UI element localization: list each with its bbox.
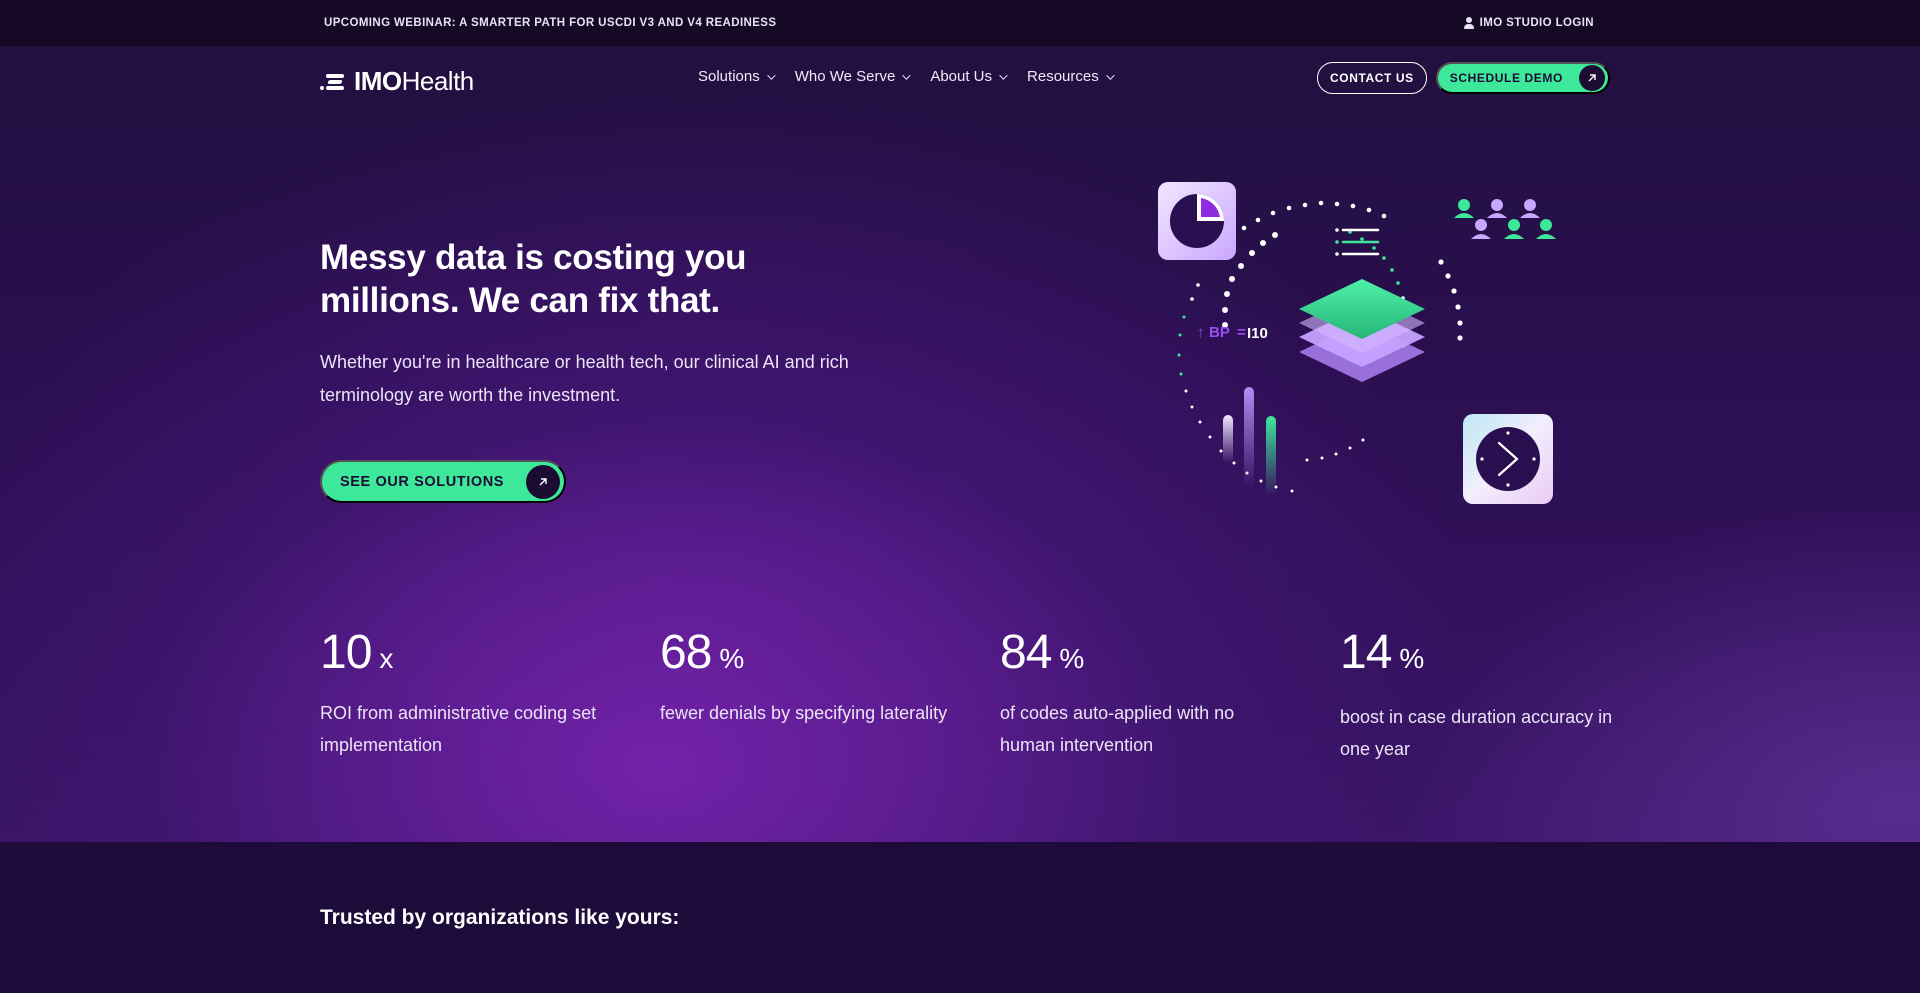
svg-text:↑: ↑ [1197, 324, 1205, 341]
svg-text:I10: I10 [1247, 325, 1268, 342]
trusted-section [0, 842, 1920, 993]
arrow-up-right-icon [526, 464, 561, 499]
stat-label: boost in case duration accuracy in one y… [1340, 707, 1613, 759]
pie-chart-card-icon [1158, 182, 1236, 260]
people-group-icon [1454, 199, 1556, 239]
nav-menu: Solutions Who We Serve About Us Resource… [698, 68, 1115, 85]
stat-value: 68 [660, 626, 712, 679]
stat-value: 14 [1340, 626, 1392, 679]
see-our-solutions-button[interactable]: SEE OUR SOLUTIONS [320, 460, 567, 503]
imo-studio-login-link[interactable]: IMO STUDIO LOGIN [1463, 17, 1600, 29]
svg-text:=: = [1237, 324, 1246, 341]
svg-text:BP: BP [1209, 324, 1230, 341]
login-label: IMO STUDIO LOGIN [1479, 17, 1594, 29]
stat-auto-applied: 84% of codes auto-applied with no human … [1000, 627, 1290, 761]
logo-mark-icon [320, 71, 348, 93]
trusted-heading: Trusted by organizations like yours: [320, 906, 680, 929]
stat-value: 10 [320, 626, 372, 679]
nav-item-about-us[interactable]: About Us [930, 68, 1008, 85]
chevron-down-icon [766, 70, 776, 80]
imo-health-logo[interactable]: IMOHealth [320, 66, 474, 97]
stat-case-duration: 14% boost in case duration accuracy in o… [1340, 627, 1630, 765]
chevron-down-icon [1105, 70, 1115, 80]
schedule-demo-button[interactable]: SCHEDULE DEMO [1435, 62, 1610, 94]
user-icon [1463, 17, 1474, 29]
chevron-down-icon [902, 70, 911, 80]
list-icon [1335, 228, 1380, 256]
stat-label: of codes auto-applied with no human inte… [1000, 703, 1235, 755]
stat-unit: % [719, 643, 744, 674]
bp-code-label: ↑ BP = I10 [1197, 324, 1268, 342]
stat-roi: 10 x ROI from administrative coding set i… [320, 627, 610, 761]
stat-unit: % [1059, 643, 1084, 674]
logo-text: IMOHealth [354, 66, 474, 96]
hero-headline: Messy data is costing you millions. We c… [320, 238, 747, 320]
main-navigation: IMOHealth Solutions Who We Serve About U… [0, 46, 1920, 108]
nav-item-solutions[interactable]: Solutions [698, 68, 776, 85]
hero-section [0, 46, 1920, 842]
chevron-down-icon [999, 70, 1008, 80]
hero-illustration: ↑ BP = I10 [1158, 182, 1556, 504]
announcement-bar: UPCOMING WEBINAR: A SMARTER PATH FOR USC… [0, 0, 1920, 46]
stat-unit: x [379, 643, 393, 674]
contact-us-button[interactable]: CONTACT US [1317, 62, 1427, 94]
nav-item-resources[interactable]: Resources [1027, 68, 1115, 85]
stat-label: ROI from administrative coding set imple… [320, 703, 597, 755]
clock-card-icon [1463, 414, 1553, 504]
header-actions: CONTACT US SCHEDULE DEMO [1317, 62, 1610, 94]
hero-subtext: Whether you're in healthcare or health t… [320, 352, 849, 405]
nav-item-who-we-serve[interactable]: Who We Serve [795, 68, 911, 85]
stacked-layers-icon [1299, 279, 1425, 382]
stat-label: fewer denials by specifying laterality [660, 703, 948, 723]
stat-value: 84 [1000, 626, 1052, 679]
bar-chart-icon [1223, 387, 1276, 496]
stat-unit: % [1399, 643, 1424, 674]
webinar-announcement-link[interactable]: UPCOMING WEBINAR: A SMARTER PATH FOR USC… [324, 17, 776, 29]
stat-denials: 68% fewer denials by specifying laterali… [660, 627, 950, 729]
arrow-up-right-icon [1578, 65, 1605, 91]
